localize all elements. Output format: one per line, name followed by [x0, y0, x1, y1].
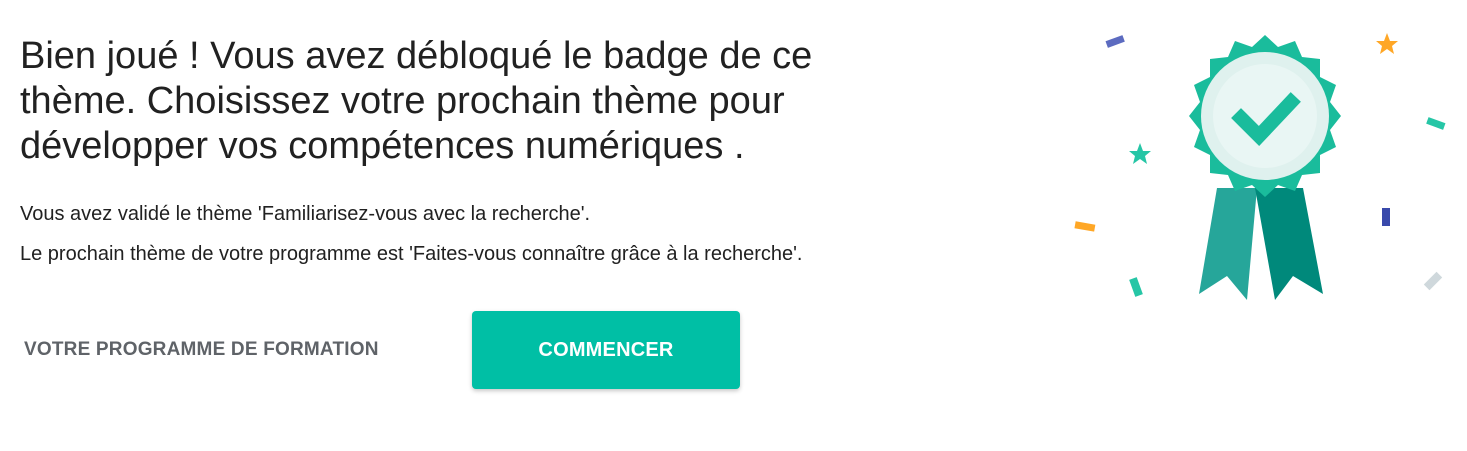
action-bar: VOTRE PROGRAMME DE FORMATION COMMENCER — [20, 311, 740, 389]
page-title: Bien joué ! Vous avez débloqué le badge … — [20, 35, 813, 167]
ribbon-icon — [1199, 188, 1323, 300]
completion-message: Bien joué ! Vous avez débloqué le badge … — [20, 34, 940, 274]
training-program-button[interactable]: VOTRE PROGRAMME DE FORMATION — [20, 311, 440, 389]
next-theme-text: Le prochain thème de votre programme est… — [20, 243, 803, 265]
validated-theme-text: Vous avez validé le thème 'Familiarisez-… — [20, 203, 591, 225]
start-button[interactable]: COMMENCER — [472, 311, 740, 389]
badge-illustration — [1065, 28, 1465, 318]
description: Vous avez validé le thème 'Familiarisez-… — [20, 194, 935, 274]
award-ribbon-check-icon — [1189, 35, 1341, 197]
